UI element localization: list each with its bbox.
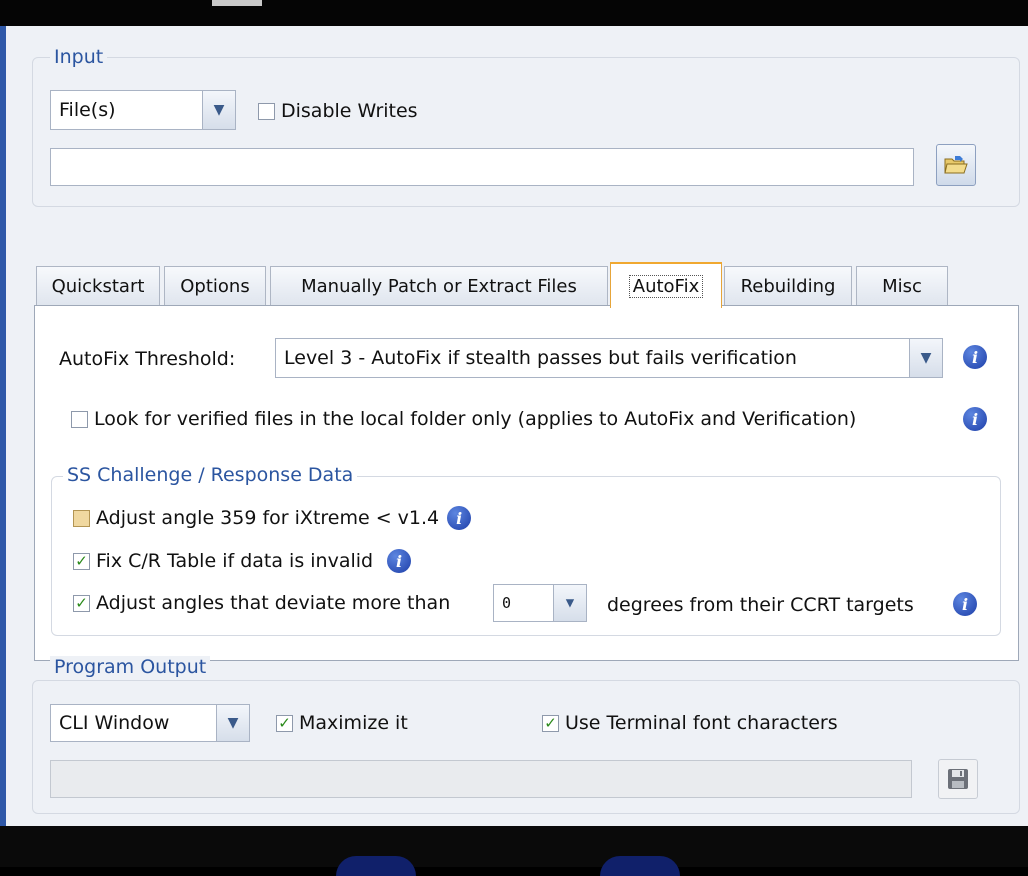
tab-autofix[interactable]: AutoFix (610, 262, 722, 308)
tab-quickstart[interactable]: Quickstart (36, 266, 160, 306)
output-path-field[interactable] (50, 760, 912, 798)
local-only-label: Look for verified files in the local fol… (94, 408, 857, 430)
terminal-font-box[interactable]: ✓ (542, 714, 559, 732)
disable-writes-box[interactable] (258, 102, 275, 120)
save-output-button[interactable] (938, 759, 978, 799)
disable-writes-checkbox[interactable]: Disable Writes (258, 100, 418, 122)
adjust-359-box[interactable] (73, 509, 90, 527)
autofix-panel: AutoFix Threshold: Level 3 - AutoFix if … (34, 305, 1019, 661)
chevron-down-icon[interactable]: ▼ (216, 705, 249, 741)
info-icon[interactable]: i (963, 345, 987, 369)
folder-open-icon (944, 156, 968, 174)
input-group-legend: Input (50, 46, 108, 68)
tab-quickstart-label: Quickstart (51, 276, 145, 297)
output-target-value: CLI Window (59, 712, 170, 734)
info-icon[interactable]: i (387, 549, 412, 573)
adjust-angles-suffix: degrees from their CCRT targets (607, 594, 914, 616)
threshold-select[interactable]: Level 3 - AutoFix if stealth passes but … (275, 338, 943, 378)
fix-cr-label: Fix C/R Table if data is invalid (96, 550, 374, 572)
taskbar-glow (336, 856, 416, 876)
output-target-select[interactable]: CLI Window ▼ (50, 704, 250, 742)
chevron-down-icon[interactable]: ▼ (909, 339, 942, 377)
tab-options[interactable]: Options (164, 266, 266, 306)
disable-writes-label: Disable Writes (281, 100, 418, 122)
taskbar-strip (0, 826, 1028, 876)
browse-folder-button[interactable] (936, 144, 976, 186)
tab-manually-patch-label: Manually Patch or Extract Files (301, 276, 577, 297)
info-icon[interactable]: i (963, 407, 987, 431)
adjust-angles-box[interactable]: ✓ (73, 594, 90, 612)
maximize-label: Maximize it (299, 712, 408, 734)
tab-misc-label: Misc (882, 276, 922, 297)
program-output-legend: Program Output (50, 656, 211, 678)
deviation-value: 0 (502, 594, 512, 612)
adjust-359-checkbox[interactable]: Adjust angle 359 for iXtreme < v1.4 i (73, 506, 472, 530)
tab-manually-patch[interactable]: Manually Patch or Extract Files (270, 266, 608, 306)
input-path-field[interactable] (50, 148, 914, 186)
maximize-box[interactable]: ✓ (276, 714, 293, 732)
local-only-checkbox[interactable]: Look for verified files in the local fol… (71, 408, 856, 430)
chevron-down-icon[interactable]: ▼ (553, 585, 586, 621)
top-tab-stub (212, 0, 262, 6)
adjust-angles-checkbox[interactable]: ✓ Adjust angles that deviate more than (73, 592, 450, 614)
save-disk-icon (948, 769, 968, 789)
adjust-angles-label: Adjust angles that deviate more than (96, 592, 451, 614)
tab-rebuilding[interactable]: Rebuilding (724, 266, 852, 306)
tab-rebuilding-label: Rebuilding (740, 276, 836, 297)
input-source-select[interactable]: File(s) ▼ (50, 90, 236, 130)
maximize-checkbox[interactable]: ✓ Maximize it (276, 712, 408, 734)
fix-cr-checkbox[interactable]: ✓ Fix C/R Table if data is invalid i (73, 549, 412, 573)
taskbar-glow (600, 856, 680, 876)
terminal-font-checkbox[interactable]: ✓ Use Terminal font characters (542, 712, 838, 734)
ss-challenge-legend: SS Challenge / Response Data (63, 464, 358, 486)
threshold-label: AutoFix Threshold: (59, 348, 236, 370)
info-icon[interactable]: i (447, 506, 472, 530)
window-top-strip (0, 0, 1028, 26)
input-source-value: File(s) (59, 99, 116, 121)
tab-autofix-label: AutoFix (628, 274, 704, 298)
tab-misc[interactable]: Misc (856, 266, 948, 306)
deviation-select[interactable]: 0 ▼ (493, 584, 587, 622)
terminal-font-label: Use Terminal font characters (565, 712, 838, 734)
threshold-value: Level 3 - AutoFix if stealth passes but … (284, 347, 797, 369)
adjust-359-label: Adjust angle 359 for iXtreme < v1.4 (96, 507, 440, 529)
main-window: Input File(s) ▼ Disable Writes Quickstar… (0, 26, 1028, 826)
tab-options-label: Options (180, 276, 250, 297)
info-icon[interactable]: i (953, 592, 977, 616)
local-only-box[interactable] (71, 410, 88, 428)
chevron-down-icon[interactable]: ▼ (202, 91, 235, 129)
fix-cr-box[interactable]: ✓ (73, 552, 90, 570)
